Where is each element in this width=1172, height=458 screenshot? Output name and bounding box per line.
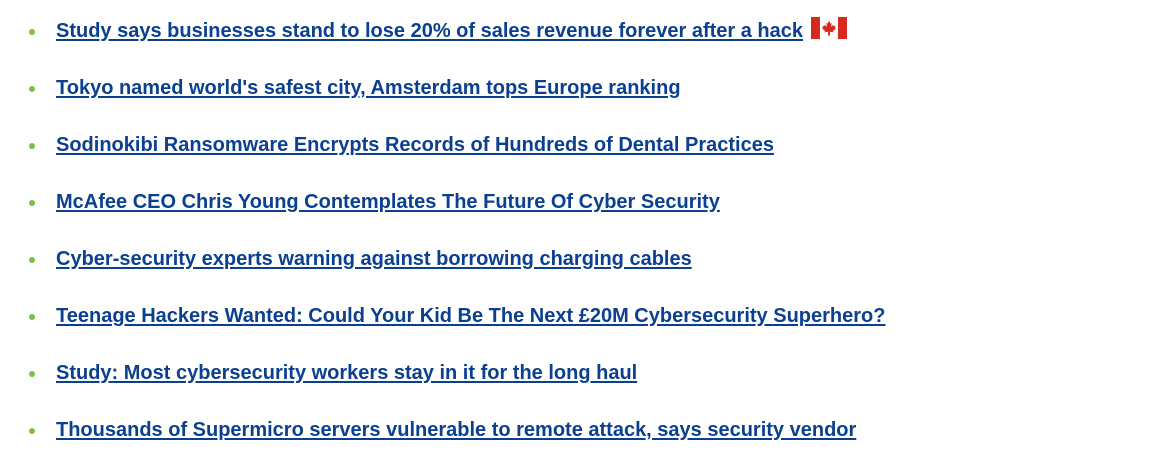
list-item: Teenage Hackers Wanted: Could Your Kid B… (0, 287, 1172, 344)
news-list: Study says businesses stand to lose 20% … (0, 2, 1172, 458)
news-link[interactable]: Cyber-security experts warning against b… (56, 247, 692, 271)
bullet-icon (29, 370, 35, 377)
news-link[interactable]: Study: Most cybersecurity workers stay i… (56, 361, 637, 385)
list-item: Study: Most cybersecurity workers stay i… (0, 344, 1172, 401)
list-item: McAfee CEO Chris Young Contemplates The … (0, 173, 1172, 230)
list-item: Tokyo named world's safest city, Amsterd… (0, 59, 1172, 116)
bullet-icon (29, 313, 35, 320)
news-link[interactable]: Study says businesses stand to lose 20% … (56, 16, 848, 43)
news-link[interactable]: Sodinokibi Ransomware Encrypts Records o… (56, 133, 774, 157)
bullet-icon (29, 85, 35, 92)
news-link[interactable]: McAfee CEO Chris Young Contemplates The … (56, 190, 720, 214)
news-link[interactable]: Thousands of Supermicro servers vulnerab… (56, 418, 856, 442)
list-item: Cyber-security experts warning against b… (0, 230, 1172, 287)
news-link[interactable]: Teenage Hackers Wanted: Could Your Kid B… (56, 304, 885, 328)
bullet-icon (29, 256, 35, 263)
news-link[interactable]: Tokyo named world's safest city, Amsterd… (56, 76, 681, 100)
canada-flag-icon (811, 16, 848, 39)
list-item: Sodinokibi Ransomware Encrypts Records o… (0, 116, 1172, 173)
list-item: Study says businesses stand to lose 20% … (0, 2, 1172, 59)
bullet-icon (29, 142, 35, 149)
list-item: Thousands of Supermicro servers vulnerab… (0, 401, 1172, 458)
bullet-icon (29, 427, 35, 434)
bullet-icon (29, 199, 35, 206)
news-link-text: Study says businesses stand to lose 20% … (56, 19, 804, 42)
bullet-icon (29, 28, 35, 35)
